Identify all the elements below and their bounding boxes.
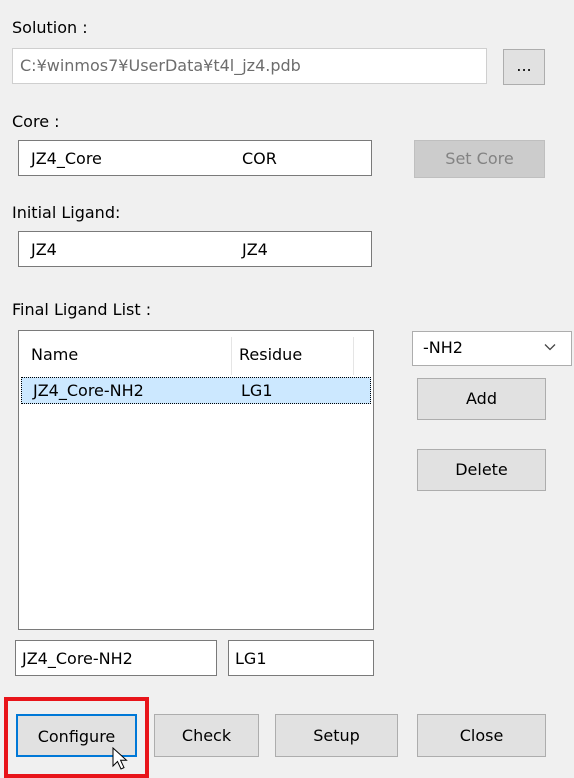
initial-ligand-label: Initial Ligand: <box>12 203 121 222</box>
initial-ligand-name: JZ4 <box>31 240 57 259</box>
browse-button[interactable]: ... <box>503 49 545 85</box>
solution-label: Solution : <box>12 18 88 37</box>
column-header-name[interactable]: Name <box>31 345 78 364</box>
core-code: COR <box>242 149 277 168</box>
chevron-down-icon[interactable] <box>543 339 557 358</box>
solution-path-field[interactable]: C:¥winmos7¥UserData¥t4l_jz4.pdb <box>12 48 487 84</box>
final-ligand-list[interactable]: Name Residue JZ4_Core-NH2 LG1 <box>18 330 374 630</box>
add-button[interactable]: Add <box>417 378 546 420</box>
ligand-name-field[interactable]: JZ4_Core-NH2 <box>15 640 217 676</box>
row-ligand-name: JZ4_Core-NH2 <box>33 381 144 400</box>
group-dropdown-value: -NH2 <box>423 338 463 357</box>
core-field[interactable]: JZ4_Core COR <box>18 140 372 176</box>
close-button[interactable]: Close <box>417 714 546 757</box>
mouse-cursor-icon <box>112 746 128 775</box>
core-name: JZ4_Core <box>31 149 102 168</box>
check-button[interactable]: Check <box>154 714 259 757</box>
core-label: Core : <box>12 112 60 131</box>
group-dropdown[interactable]: -NH2 <box>412 331 572 366</box>
initial-ligand-field[interactable]: JZ4 JZ4 <box>18 231 372 267</box>
initial-ligand-code: JZ4 <box>242 240 268 259</box>
column-header-residue[interactable]: Residue <box>239 345 302 364</box>
column-divider <box>353 337 354 375</box>
row-residue: LG1 <box>241 381 273 400</box>
column-divider[interactable] <box>231 337 232 375</box>
residue-field[interactable]: LG1 <box>228 640 374 676</box>
table-row[interactable]: JZ4_Core-NH2 LG1 <box>21 377 371 404</box>
final-ligand-list-label: Final Ligand List : <box>12 300 152 319</box>
delete-button[interactable]: Delete <box>417 449 546 491</box>
set-core-button[interactable]: Set Core <box>414 140 545 178</box>
setup-button[interactable]: Setup <box>275 714 398 757</box>
